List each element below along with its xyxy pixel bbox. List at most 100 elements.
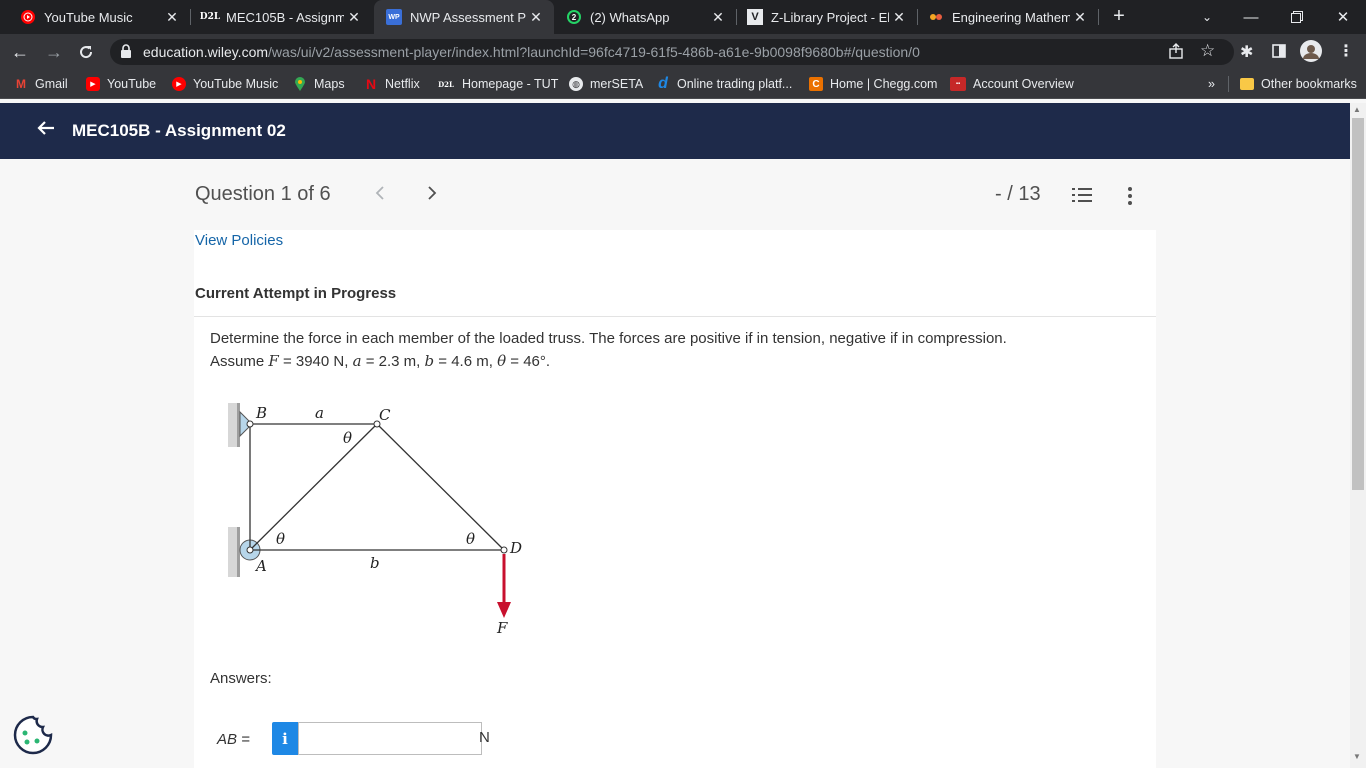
joint-b	[246, 420, 254, 428]
var-theta: θ	[497, 352, 507, 370]
share-icon[interactable]	[1168, 43, 1184, 64]
question-counter: Question 1 of 6	[195, 183, 331, 205]
bookmark-chegg[interactable]: C Home | Chegg.com	[809, 70, 937, 98]
back-arrow-icon[interactable]	[36, 118, 56, 144]
reload-icon[interactable]	[72, 38, 100, 66]
close-icon[interactable]: ✕	[526, 9, 546, 26]
extensions-icon[interactable]: ✱	[1240, 42, 1253, 62]
bookmark-account-overview[interactable]: ▪▪ Account Overview	[950, 70, 1074, 98]
label-c: C	[379, 406, 391, 424]
label-d: D	[509, 539, 522, 557]
label-dim-a: a	[315, 404, 324, 422]
bookmark-youtube[interactable]: ▶ YouTube	[86, 70, 156, 98]
back-icon[interactable]: ←	[6, 38, 34, 66]
folder-icon	[1240, 78, 1254, 90]
course-title: MEC105B - Assignment 02	[72, 121, 286, 140]
profile-avatar-icon[interactable]	[1300, 40, 1322, 67]
whatsapp-icon: 2	[566, 9, 582, 25]
var-F: F	[268, 352, 279, 370]
label-theta-a: θ	[276, 530, 285, 548]
bookmark-maps[interactable]: Maps	[293, 70, 345, 98]
tab-title: MEC105B - Assignmen	[226, 9, 344, 25]
svg-text:2: 2	[572, 13, 577, 22]
tab-zlibrary[interactable]: V Z-Library Project - Ele ✕	[737, 0, 917, 34]
member-cd	[376, 423, 505, 551]
tab-engineering-math[interactable]: Engineering Mathema ✕	[918, 0, 1098, 34]
bookmark-youtube-music[interactable]: ▶ YouTube Music	[172, 70, 278, 98]
bookmark-homepage-tut[interactable]: D2L Homepage - TUT	[437, 70, 558, 98]
label-theta-top: θ	[343, 429, 352, 447]
label-b: B	[255, 404, 267, 422]
bookmark-star-icon[interactable]: ☆	[1200, 41, 1215, 61]
label-a: A	[254, 557, 267, 575]
url-path: /was/ui/v2/assessment-player/index.html?…	[268, 44, 920, 60]
forward-icon[interactable]: →	[40, 38, 68, 66]
new-tab-button[interactable]: +	[1108, 5, 1130, 29]
tab-search-icon[interactable]: ⌄	[1184, 0, 1230, 34]
wall-a	[228, 527, 240, 577]
browser-menu-icon[interactable]: ⋮	[1338, 41, 1354, 61]
view-policies-link[interactable]: View Policies	[195, 232, 283, 249]
minimize-icon[interactable]: —	[1228, 0, 1274, 34]
info-icon[interactable]: i	[272, 722, 298, 755]
cookie-settings-icon[interactable]	[12, 714, 54, 761]
bookmark-netflix[interactable]: N Netflix	[364, 70, 420, 98]
close-icon[interactable]: ✕	[1070, 9, 1090, 26]
tab-nwp-assessment[interactable]: WP NWP Assessment Play ✕	[374, 0, 554, 34]
bookmark-online-trading[interactable]: d Online trading platf...	[656, 70, 792, 98]
divider	[194, 316, 1156, 317]
question-line-2: Assume F = 3940 N, a = 2.3 m, b = 4.6 m,…	[210, 350, 1110, 373]
window-close-icon[interactable]: ✕	[1320, 0, 1366, 34]
ab-answer-input[interactable]	[298, 722, 482, 755]
question-list-icon[interactable]	[1072, 186, 1094, 209]
tab-title: (2) WhatsApp	[590, 9, 670, 25]
other-bookmarks[interactable]: Other bookmarks	[1240, 70, 1357, 98]
bookmark-gmail[interactable]: M Gmail	[14, 70, 68, 98]
scroll-up-arrow-icon[interactable]: ▲	[1353, 105, 1361, 114]
bookmark-merseta[interactable]: ◍ merSETA	[569, 70, 643, 98]
close-icon[interactable]: ✕	[708, 9, 728, 26]
var-b: b	[424, 352, 435, 370]
joint-d	[500, 546, 508, 554]
chegg-icon: C	[809, 77, 823, 91]
close-icon[interactable]: ✕	[344, 9, 364, 26]
bookmark-label: YouTube	[107, 77, 157, 91]
side-panel-icon[interactable]	[1272, 44, 1286, 63]
tab-title: Z-Library Project - Ele	[771, 9, 889, 25]
maps-icon	[293, 77, 307, 91]
wp-icon: WP	[386, 9, 402, 25]
attempt-status: Current Attempt in Progress	[195, 285, 397, 302]
tab-mec105b[interactable]: D2L MEC105B - Assignmen ✕	[182, 0, 372, 34]
previous-question-icon[interactable]	[374, 184, 386, 207]
restore-icon[interactable]	[1274, 0, 1320, 34]
scroll-down-arrow-icon[interactable]: ▼	[1353, 752, 1361, 761]
tab-title: YouTube Music	[44, 9, 133, 25]
gmail-icon: M	[16, 77, 26, 91]
close-icon[interactable]: ✕	[162, 9, 182, 26]
tab-whatsapp[interactable]: 2 (2) WhatsApp ✕	[556, 0, 736, 34]
label-theta-d: θ	[466, 530, 475, 548]
bookmark-label: Account Overview	[973, 77, 1074, 91]
tab-title: NWP Assessment Play	[410, 9, 526, 25]
youtube-music-icon: ▶	[172, 77, 186, 91]
d2l-icon: D2L	[200, 9, 220, 25]
youtube-music-icon	[20, 9, 36, 25]
bookmark-label: Maps	[314, 77, 345, 91]
url-host: education.wiley.com	[143, 44, 269, 60]
scrollbar-thumb[interactable]	[1352, 118, 1364, 490]
truss-diagram: B C A D a b θ θ θ F	[228, 403, 522, 637]
load-arrow-head	[497, 602, 511, 618]
bookmark-label: Homepage - TUT	[462, 77, 559, 91]
bookmarks-overflow-button[interactable]: »	[1208, 70, 1215, 98]
more-options-icon[interactable]	[1124, 186, 1136, 211]
url-text: education.wiley.com/was/ui/v2/assessment…	[143, 44, 920, 60]
value-b: = 4.6 m,	[434, 353, 498, 370]
question-text: Determine the force in each member of th…	[210, 328, 1110, 373]
trading-icon: d	[658, 75, 668, 92]
bookmark-label: Gmail	[35, 77, 68, 91]
label-dim-b: b	[370, 554, 380, 572]
next-question-icon[interactable]	[426, 184, 438, 207]
lock-icon[interactable]	[120, 44, 132, 63]
tab-youtube-music[interactable]: YouTube Music ✕	[0, 0, 190, 34]
close-icon[interactable]: ✕	[889, 9, 909, 26]
